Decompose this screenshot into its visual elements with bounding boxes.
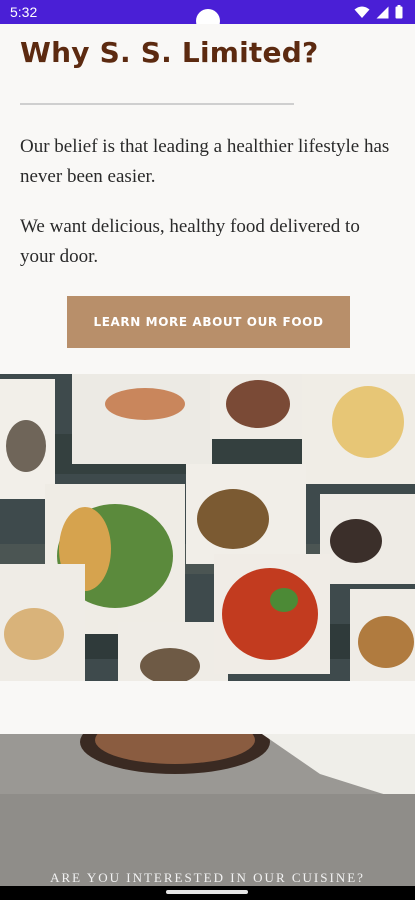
food-boxes-image xyxy=(0,374,415,681)
delivery-paragraph: We want delicious, healthy food delivere… xyxy=(20,216,360,267)
page-content[interactable]: Why S. S. Limited? Our belief is that le… xyxy=(0,24,415,886)
wifi-icon xyxy=(354,6,370,18)
section-title: Why S. S. Limited? xyxy=(20,36,319,69)
title-divider xyxy=(20,103,294,105)
cuisine-caption: ARE YOU INTERESTED IN OUR CUISINE? xyxy=(50,870,365,885)
learn-more-button[interactable]: LEARN MORE ABOUT OUR FOOD xyxy=(67,296,350,348)
cuisine-banner: ARE YOU INTERESTED IN OUR CUISINE? xyxy=(0,734,415,886)
status-time: 5:32 xyxy=(10,4,38,20)
cuisine-banner-image xyxy=(0,734,415,886)
status-icons xyxy=(354,5,403,19)
battery-icon xyxy=(395,5,403,19)
section-gap xyxy=(0,681,415,734)
home-indicator[interactable] xyxy=(166,890,248,894)
signal-icon xyxy=(376,6,389,18)
belief-paragraph: Our belief is that leading a healthier l… xyxy=(20,136,390,187)
